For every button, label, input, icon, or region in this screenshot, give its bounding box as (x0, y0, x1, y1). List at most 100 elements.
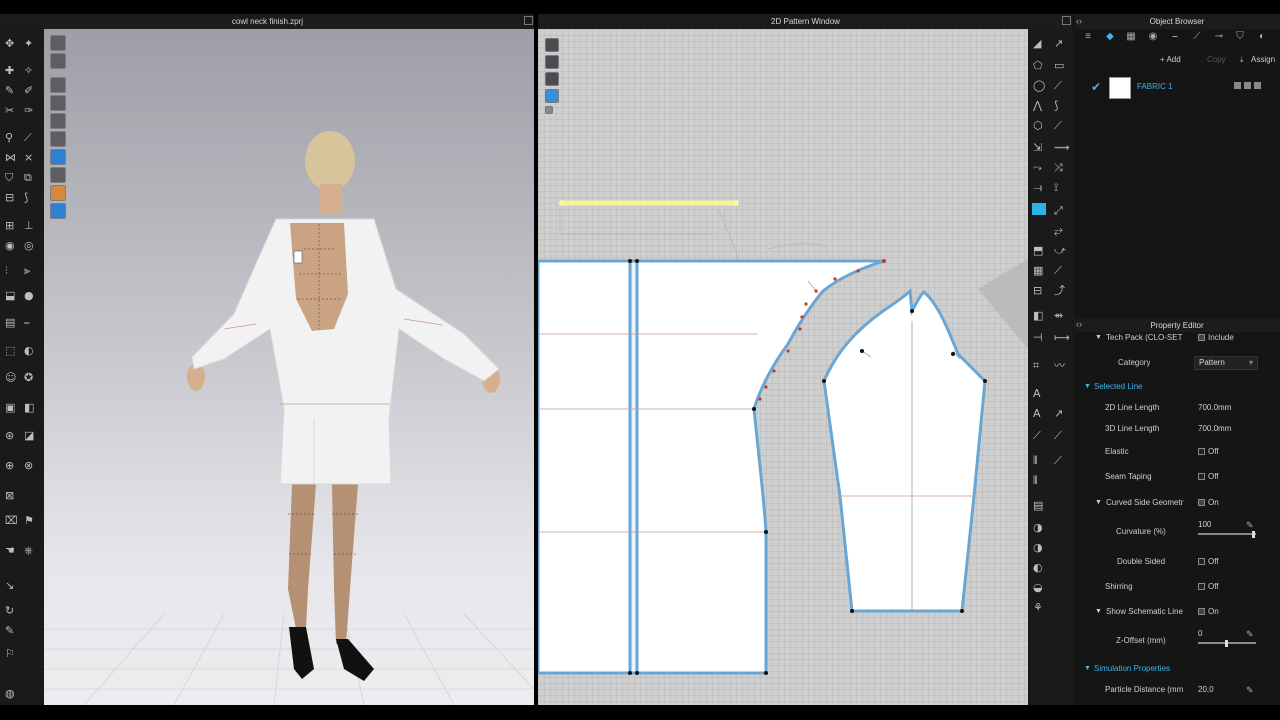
measure-icon[interactable]: ⊸ (1213, 31, 1225, 43)
camera-icon: ⎈ (24, 544, 33, 557)
expand-icon[interactable]: ▼ (1084, 665, 1091, 672)
shirring-checkbox[interactable]: Off (1198, 582, 1219, 591)
object-browser: ≡ ◆ ▦ ◉ ⎯ ⟋ ⊸ ⛉ ◐ + Add Copy ⤓ Assign ✔ … (1074, 29, 1280, 319)
point-icon: ⟋ (1054, 79, 1062, 92)
trim-icon: ⚘ (1033, 601, 1043, 614)
collapse-icon[interactable]: ‹› (1076, 318, 1082, 331)
line-3d-length-label: 3D Line Length (1105, 424, 1160, 433)
selected-line-section[interactable]: ▼ Selected Line (1074, 382, 1280, 396)
edit-icon[interactable]: ✎ (1246, 629, 1254, 640)
globe-icon[interactable] (50, 203, 66, 219)
sewing-display-icon[interactable] (545, 55, 559, 69)
seam-icon: ⟞ (1033, 181, 1042, 194)
expand-icon[interactable]: ▼ (1095, 334, 1102, 341)
arrangement-icon[interactable] (50, 131, 66, 147)
line-2d-length-label: 2D Line Length (1105, 403, 1160, 412)
3d-viewport[interactable] (44, 29, 534, 705)
assign-button[interactable]: Assign (1251, 55, 1275, 64)
fabric-swatch (1109, 77, 1131, 99)
transform-pattern-icon: ◢ (1033, 37, 1042, 50)
maximize-icon[interactable] (1062, 16, 1071, 25)
fabric-copy-icon[interactable] (1234, 82, 1241, 89)
shirt-icon[interactable]: ⛉ (1234, 31, 1246, 43)
show-schematic-label: Show Schematic Line (1106, 607, 1183, 616)
elastic-checkbox[interactable]: Off (1198, 447, 1219, 456)
texture-mode-icon[interactable] (50, 95, 66, 111)
simulation-section[interactable]: ▼ Simulation Properties (1074, 664, 1280, 678)
hanger-icon[interactable] (50, 113, 66, 129)
box-icon: ▣ (5, 401, 15, 414)
curved-side-checkbox[interactable]: On (1198, 498, 1219, 507)
fabric-list-item[interactable]: ✔ FABRIC 1 (1074, 75, 1280, 101)
tech-pack-label: Tech Pack (CLO-SET (1106, 333, 1183, 342)
2d-pattern-viewport[interactable] (538, 29, 1028, 705)
simulation-label: Simulation Properties (1094, 664, 1171, 673)
z-offset-value[interactable]: 0 (1198, 629, 1202, 638)
list-icon[interactable]: ≡ (1082, 31, 1094, 43)
curve-icon: ⟆ (1054, 99, 1058, 112)
fabric-display-icon[interactable] (545, 89, 559, 103)
assign-icon[interactable]: ⤓ (1240, 55, 1244, 65)
selected-line-end[interactable] (733, 200, 739, 206)
copy-button[interactable]: Copy (1207, 55, 1226, 64)
avatar-icon: ☺ (5, 371, 16, 384)
sphere-icon[interactable]: ◐ (1256, 31, 1268, 43)
brush-icon: ◒ (1033, 581, 1043, 594)
shirring-row: Shirring Off (1074, 582, 1280, 596)
double-sided-checkbox[interactable]: Off (1198, 557, 1219, 566)
pattern-piece-sleeve[interactable] (822, 287, 987, 613)
property-editor-title-bar: Property Editor ‹› (1074, 319, 1280, 332)
category-dropdown[interactable]: Pattern ▾ (1194, 356, 1258, 370)
line-2d-length-value[interactable]: 700.0mm (1198, 403, 1231, 412)
ruler-icon: ⊥ (24, 219, 34, 232)
pattern-piece-left[interactable] (538, 259, 632, 675)
info-icon[interactable] (545, 72, 559, 86)
shirt-mode-icon[interactable] (50, 77, 66, 93)
texture-tool-icon[interactable] (1032, 203, 1046, 215)
clo3d-app: cowl neck finish.zprj ✥ ✦ ✚ ✧ ✎ ✐ ✂ ✑ ⚲ ⟋ ⋈ ⨯ … (0, 0, 1280, 720)
expand-icon[interactable]: ▼ (1084, 383, 1091, 390)
bottom-bar (0, 705, 1280, 720)
add-button[interactable]: + Add (1160, 55, 1181, 64)
curvature-value[interactable]: 100 (1198, 520, 1211, 529)
edit-icon[interactable]: ✎ (1246, 520, 1254, 531)
lock-icon[interactable] (545, 106, 553, 114)
checkmark-icon[interactable]: ✔ (1091, 80, 1101, 94)
avatar-display-icon[interactable] (50, 35, 66, 51)
line-icon[interactable]: ⎯ (1169, 31, 1181, 43)
garment-display-icon[interactable] (50, 53, 66, 69)
curvature-slider[interactable] (1198, 533, 1256, 535)
particle-distance-value[interactable]: 20,0 (1198, 685, 1214, 694)
edit-icon[interactable]: ✎ (1246, 685, 1254, 696)
pattern-display-icon[interactable] (545, 38, 559, 52)
stitch-icon[interactable]: ⟋ (1191, 31, 1203, 43)
flag-icon: ⚑ (24, 514, 34, 527)
object-browser-title-bar: Object Browser ‹› (1074, 14, 1280, 29)
stripe-icon: ▤ (1033, 499, 1043, 512)
fabric-icon[interactable]: ◆ (1104, 31, 1116, 43)
selected-line-start[interactable] (559, 200, 565, 206)
fabric-settings-icon[interactable] (1244, 82, 1251, 89)
expand-icon[interactable]: ▼ (1095, 499, 1102, 506)
internal-line-icon: ⟋ (1054, 119, 1062, 132)
maximize-icon[interactable] (524, 16, 533, 25)
fabric-delete-icon[interactable] (1254, 82, 1261, 89)
hole-icon: ◎ (24, 239, 34, 252)
pattern-view-icon[interactable] (50, 149, 66, 165)
curvature-slider-knob[interactable] (1252, 531, 1255, 538)
pin-display-icon[interactable] (50, 167, 66, 183)
swatch-icon: ◪ (24, 429, 34, 442)
grid-icon[interactable]: ▦ (1125, 31, 1137, 43)
free-sew-icon: ⬒ (1033, 244, 1043, 257)
seam-taping-checkbox[interactable]: Off (1198, 472, 1219, 481)
button-icon[interactable]: ◉ (1147, 31, 1159, 43)
elastic-label: Elastic (1105, 447, 1129, 456)
collapse-icon[interactable]: ‹› (1076, 14, 1082, 29)
expand-icon[interactable]: ▼ (1095, 608, 1102, 615)
hand-icon: ☚ (5, 544, 15, 557)
show-schematic-checkbox[interactable]: On (1198, 607, 1219, 616)
skin-icon[interactable] (50, 185, 66, 201)
z-offset-slider-knob[interactable] (1225, 640, 1228, 647)
tech-pack-checkbox[interactable]: Include (1198, 333, 1234, 342)
floor-grid (44, 613, 534, 705)
